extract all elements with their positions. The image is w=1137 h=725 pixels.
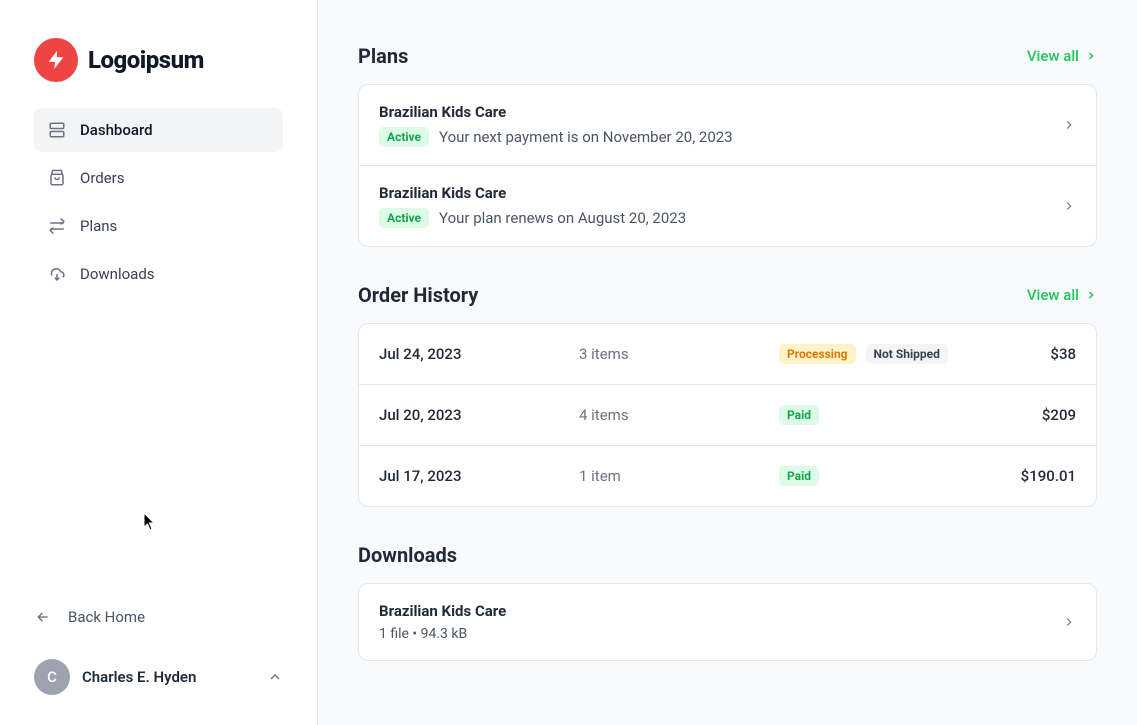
plan-name: Brazilian Kids Care xyxy=(379,103,733,121)
order-badges: Processing Not Shipped xyxy=(759,344,996,364)
plans-list: Brazilian Kids Care Active Your next pay… xyxy=(358,84,1097,247)
orders-title: Order History xyxy=(358,283,478,307)
sidebar-item-plans[interactable]: Plans xyxy=(34,204,283,248)
orders-header: Order History View all xyxy=(358,283,1097,307)
plan-name: Brazilian Kids Care xyxy=(379,184,686,202)
order-items-count: 3 items xyxy=(579,345,759,363)
chevron-right-icon xyxy=(1085,50,1097,62)
plans-title: Plans xyxy=(358,44,408,68)
download-meta: 1 file • 94.3 kB xyxy=(379,626,506,642)
order-row[interactable]: Jul 17, 2023 1 item Paid $190.01 xyxy=(359,446,1096,506)
user-name: Charles E. Hyden xyxy=(82,668,255,686)
brand-name: Logoipsum xyxy=(88,46,204,74)
main-content: Plans View all Brazilian Kids Care Activ… xyxy=(318,0,1137,725)
order-amount: $38 xyxy=(996,345,1076,363)
sidebar-item-label: Plans xyxy=(80,217,117,235)
logo-badge-icon xyxy=(34,38,78,82)
sidebar-item-orders[interactable]: Orders xyxy=(34,156,283,200)
status-badge: Processing xyxy=(779,344,856,364)
orders-list: Jul 24, 2023 3 items Processing Not Ship… xyxy=(358,323,1097,507)
status-badge: Paid xyxy=(779,466,819,486)
plan-note: Your next payment is on November 20, 202… xyxy=(439,128,733,146)
chevron-right-icon xyxy=(1085,289,1097,301)
view-all-label: View all xyxy=(1027,286,1079,304)
sidebar: Logoipsum Dashboard Orders xyxy=(0,0,318,725)
plan-note: Your plan renews on August 20, 2023 xyxy=(439,209,686,227)
logo[interactable]: Logoipsum xyxy=(0,0,317,108)
order-items-count: 4 items xyxy=(579,406,759,424)
sidebar-item-label: Downloads xyxy=(80,265,155,283)
order-badges: Paid xyxy=(759,405,996,425)
chevron-right-icon xyxy=(1062,615,1076,629)
plans-header: Plans View all xyxy=(358,44,1097,68)
status-badge: Not Shipped xyxy=(866,344,948,364)
chevron-up-icon xyxy=(267,669,283,685)
order-amount: $190.01 xyxy=(996,467,1076,485)
plans-icon xyxy=(48,217,66,235)
downloads-list: Brazilian Kids Care 1 file • 94.3 kB xyxy=(358,583,1097,661)
back-home-label: Back Home xyxy=(68,608,145,626)
order-row[interactable]: Jul 20, 2023 4 items Paid $209 xyxy=(359,385,1096,446)
order-amount: $209 xyxy=(996,406,1076,424)
download-name: Brazilian Kids Care xyxy=(379,602,506,620)
downloads-title: Downloads xyxy=(358,543,457,567)
status-badge: Paid xyxy=(779,405,819,425)
sidebar-item-downloads[interactable]: Downloads xyxy=(34,252,283,296)
status-badge: Active xyxy=(379,127,429,147)
chevron-right-icon xyxy=(1062,199,1076,213)
arrow-left-icon xyxy=(34,608,52,626)
sidebar-item-label: Dashboard xyxy=(80,121,153,139)
user-menu[interactable]: C Charles E. Hyden xyxy=(0,659,317,725)
downloads-header: Downloads xyxy=(358,543,1097,567)
status-badge: Active xyxy=(379,208,429,228)
sidebar-item-label: Orders xyxy=(80,169,125,187)
order-date: Jul 20, 2023 xyxy=(379,406,579,424)
orders-view-all-link[interactable]: View all xyxy=(1027,286,1097,304)
order-badges: Paid xyxy=(759,466,996,486)
download-row[interactable]: Brazilian Kids Care 1 file • 94.3 kB xyxy=(359,584,1096,660)
avatar: C xyxy=(34,659,70,695)
plans-view-all-link[interactable]: View all xyxy=(1027,47,1097,65)
plan-row[interactable]: Brazilian Kids Care Active Your next pay… xyxy=(359,85,1096,166)
nav: Dashboard Orders Plans xyxy=(0,108,317,296)
sidebar-item-dashboard[interactable]: Dashboard xyxy=(34,108,283,152)
order-items-count: 1 item xyxy=(579,467,759,485)
plan-row[interactable]: Brazilian Kids Care Active Your plan ren… xyxy=(359,166,1096,246)
downloads-icon xyxy=(48,265,66,283)
chevron-right-icon xyxy=(1062,118,1076,132)
back-home-link[interactable]: Back Home xyxy=(0,595,317,639)
orders-icon xyxy=(48,169,66,187)
order-date: Jul 17, 2023 xyxy=(379,467,579,485)
order-date: Jul 24, 2023 xyxy=(379,345,579,363)
order-row[interactable]: Jul 24, 2023 3 items Processing Not Ship… xyxy=(359,324,1096,385)
dashboard-icon xyxy=(48,121,66,139)
view-all-label: View all xyxy=(1027,47,1079,65)
